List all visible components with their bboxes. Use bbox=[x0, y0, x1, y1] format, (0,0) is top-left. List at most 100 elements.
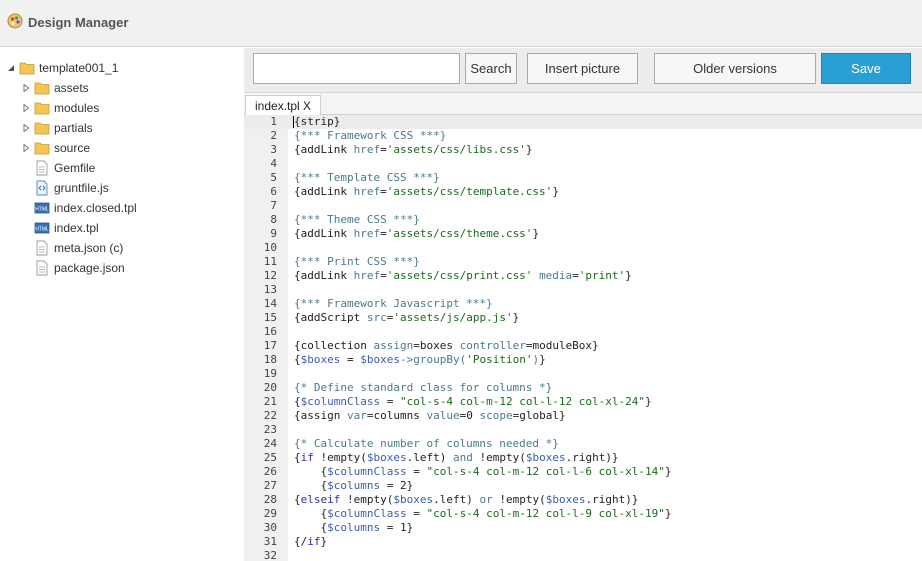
code-line[interactable]: 3 {addLink href='assets/css/libs.css'} bbox=[244, 143, 922, 157]
code-token: 'assets/css/theme.css' bbox=[386, 227, 533, 240]
code-token: "col-s-4 col-m-12 col-l-9 col-xl-19" bbox=[426, 507, 665, 520]
line-number: 10 bbox=[263, 241, 277, 254]
code-line[interactable]: 6 {addLink href='assets/css/template.css'… bbox=[244, 185, 922, 199]
save-button[interactable]: Save bbox=[821, 53, 911, 84]
insert-picture-button[interactable]: Insert picture bbox=[527, 53, 638, 84]
code-line[interactable]: 27 {$columns = 2} bbox=[244, 479, 922, 493]
code-line[interactable]: 15 {addScript src='assets/js/app.js'} bbox=[244, 311, 922, 325]
code-text: {*** Template CSS ***} bbox=[294, 171, 440, 185]
expanded-arrow-icon[interactable] bbox=[6, 64, 15, 73]
tree-folder-label: assets bbox=[54, 81, 89, 95]
tree-file-index-closed[interactable]: HTML index.closed.tpl bbox=[34, 198, 137, 218]
code-line[interactable]: 10 bbox=[244, 241, 922, 255]
code-token: 'assets/css/print.css' bbox=[386, 269, 533, 282]
tree-file-label: index.closed.tpl bbox=[54, 201, 137, 215]
code-line[interactable]: 24 {* Calculate number of columns needed … bbox=[244, 437, 922, 451]
search-input[interactable] bbox=[253, 53, 460, 84]
code-text: {assign var=columns value=0 scope=global… bbox=[294, 409, 566, 423]
collapsed-arrow-icon[interactable] bbox=[21, 104, 30, 113]
collapsed-arrow-icon[interactable] bbox=[21, 124, 30, 133]
code-token: $columnClass bbox=[300, 395, 381, 408]
code-token: {*** Framework CSS ***} bbox=[294, 129, 447, 142]
code-text: {addScript src='assets/js/app.js'} bbox=[294, 311, 519, 325]
code-token: } bbox=[645, 395, 652, 408]
code-token: } bbox=[320, 535, 328, 548]
code-editor[interactable]: 1 {strip} 2 {*** Framework CSS ***} 3 {addLin… bbox=[244, 115, 922, 561]
line-number: 15 bbox=[263, 311, 277, 324]
tree-file-package-json[interactable]: package.json bbox=[34, 258, 125, 278]
html-file-icon: HTML bbox=[34, 202, 50, 214]
collapsed-arrow-icon[interactable] bbox=[21, 144, 30, 153]
code-line[interactable]: 22 {assign var=columns value=0 scope=glob… bbox=[244, 409, 922, 423]
code-line[interactable]: 9 {addLink href='assets/css/theme.css'} bbox=[244, 227, 922, 241]
code-line[interactable]: 13 bbox=[244, 283, 922, 297]
line-number: 2 bbox=[270, 129, 277, 142]
tree-folder-source[interactable]: source bbox=[21, 138, 90, 158]
code-token: {*** Template CSS ***} bbox=[294, 171, 440, 184]
code-line[interactable]: 14 {*** Framework Javascript ***} bbox=[244, 297, 922, 311]
code-token: ->groupBy( bbox=[400, 353, 467, 366]
line-number: 22 bbox=[263, 409, 277, 422]
code-line[interactable]: 23 bbox=[244, 423, 922, 437]
code-text: {/if} bbox=[294, 535, 327, 549]
code-text: {addLink href='assets/css/libs.css'} bbox=[294, 143, 532, 157]
older-versions-button[interactable]: Older versions bbox=[654, 53, 816, 84]
tree-root-folder[interactable]: template001_1 bbox=[6, 58, 118, 78]
svg-text:HTML: HTML bbox=[35, 207, 49, 213]
code-token: controller bbox=[459, 339, 526, 352]
code-line[interactable]: 1 {strip} bbox=[244, 115, 922, 129]
code-line[interactable]: 21 {$columnClass = "col-s-4 col-m-12 col-… bbox=[244, 395, 922, 409]
code-line[interactable]: 16 bbox=[244, 325, 922, 339]
tree-file-meta-json[interactable]: meta.json (c) bbox=[34, 238, 123, 258]
title-bar: Design Manager bbox=[0, 0, 922, 47]
tree-folder-assets[interactable]: assets bbox=[21, 78, 89, 98]
code-token: {strip} bbox=[294, 115, 341, 128]
code-line[interactable]: 17 {collection assign=boxes controller=mo… bbox=[244, 339, 922, 353]
code-line[interactable]: 8 {*** Theme CSS ***} bbox=[244, 213, 922, 227]
tree-file-gruntfile[interactable]: gruntfile.js bbox=[34, 178, 109, 198]
text-file-icon bbox=[36, 260, 48, 276]
code-line[interactable]: 31 {/if} bbox=[244, 535, 922, 549]
tree-file-gemfile[interactable]: Gemfile bbox=[34, 158, 95, 178]
tree-folder-modules[interactable]: modules bbox=[21, 98, 99, 118]
code-token: } bbox=[664, 465, 672, 478]
code-token: $boxes bbox=[525, 451, 566, 464]
code-line[interactable]: 19 bbox=[244, 367, 922, 381]
line-number: 13 bbox=[263, 283, 277, 296]
code-line[interactable]: 20 {* Define standard class for columns *… bbox=[244, 381, 922, 395]
code-token: } bbox=[525, 143, 533, 156]
code-line[interactable]: 25 {if !empty($boxes.left) and !empty($bo… bbox=[244, 451, 922, 465]
line-number: 3 bbox=[270, 143, 277, 156]
code-token: = bbox=[340, 353, 361, 366]
code-line[interactable]: 4 bbox=[244, 157, 922, 171]
code-token: elseif bbox=[300, 493, 341, 506]
tree-folder-label: partials bbox=[54, 121, 93, 135]
code-line[interactable]: 12 {addLink href='assets/css/print.css' m… bbox=[244, 269, 922, 283]
code-token: "col-s-4 col-m-12 col-l-6 col-xl-14" bbox=[426, 465, 665, 478]
code-line[interactable]: 26 {$columnClass = "col-s-4 col-m-12 col… bbox=[244, 465, 922, 479]
code-line[interactable]: 11 {*** Print CSS ***} bbox=[244, 255, 922, 269]
code-token: { bbox=[294, 451, 301, 464]
tree-file-index-tpl[interactable]: HTML index.tpl bbox=[34, 218, 99, 238]
line-number: 6 bbox=[270, 185, 277, 198]
code-text: {strip} bbox=[294, 115, 340, 129]
search-button[interactable]: Search bbox=[465, 53, 517, 84]
tree-folder-partials[interactable]: partials bbox=[21, 118, 93, 138]
tab-index-tpl[interactable]: index.tpl X bbox=[245, 95, 322, 116]
code-token: { bbox=[294, 521, 328, 534]
code-line[interactable]: 30 {$columns = 1} bbox=[244, 521, 922, 535]
code-line[interactable]: 5 {*** Template CSS ***} bbox=[244, 171, 922, 185]
code-token: if bbox=[300, 451, 314, 464]
code-line[interactable]: 18 {$boxes = $boxes->groupBy('Position')} bbox=[244, 353, 922, 367]
code-text: {addLink href='assets/css/theme.css'} bbox=[294, 227, 539, 241]
line-number: 32 bbox=[263, 549, 277, 561]
collapsed-arrow-icon[interactable] bbox=[21, 84, 30, 93]
code-line[interactable]: 29 {$columnClass = "col-s-4 col-m-12 col… bbox=[244, 507, 922, 521]
code-line[interactable]: 2 {*** Framework CSS ***} bbox=[244, 129, 922, 143]
code-line[interactable]: 7 bbox=[244, 199, 922, 213]
line-number: 21 bbox=[263, 395, 277, 408]
code-line[interactable]: 28 {elseif !empty($boxes.left) or !empty(… bbox=[244, 493, 922, 507]
code-text: {$columns = 1} bbox=[294, 521, 413, 535]
code-line[interactable]: 32 bbox=[244, 549, 922, 561]
file-tree: template001_1 assets modules partials so… bbox=[0, 48, 244, 561]
